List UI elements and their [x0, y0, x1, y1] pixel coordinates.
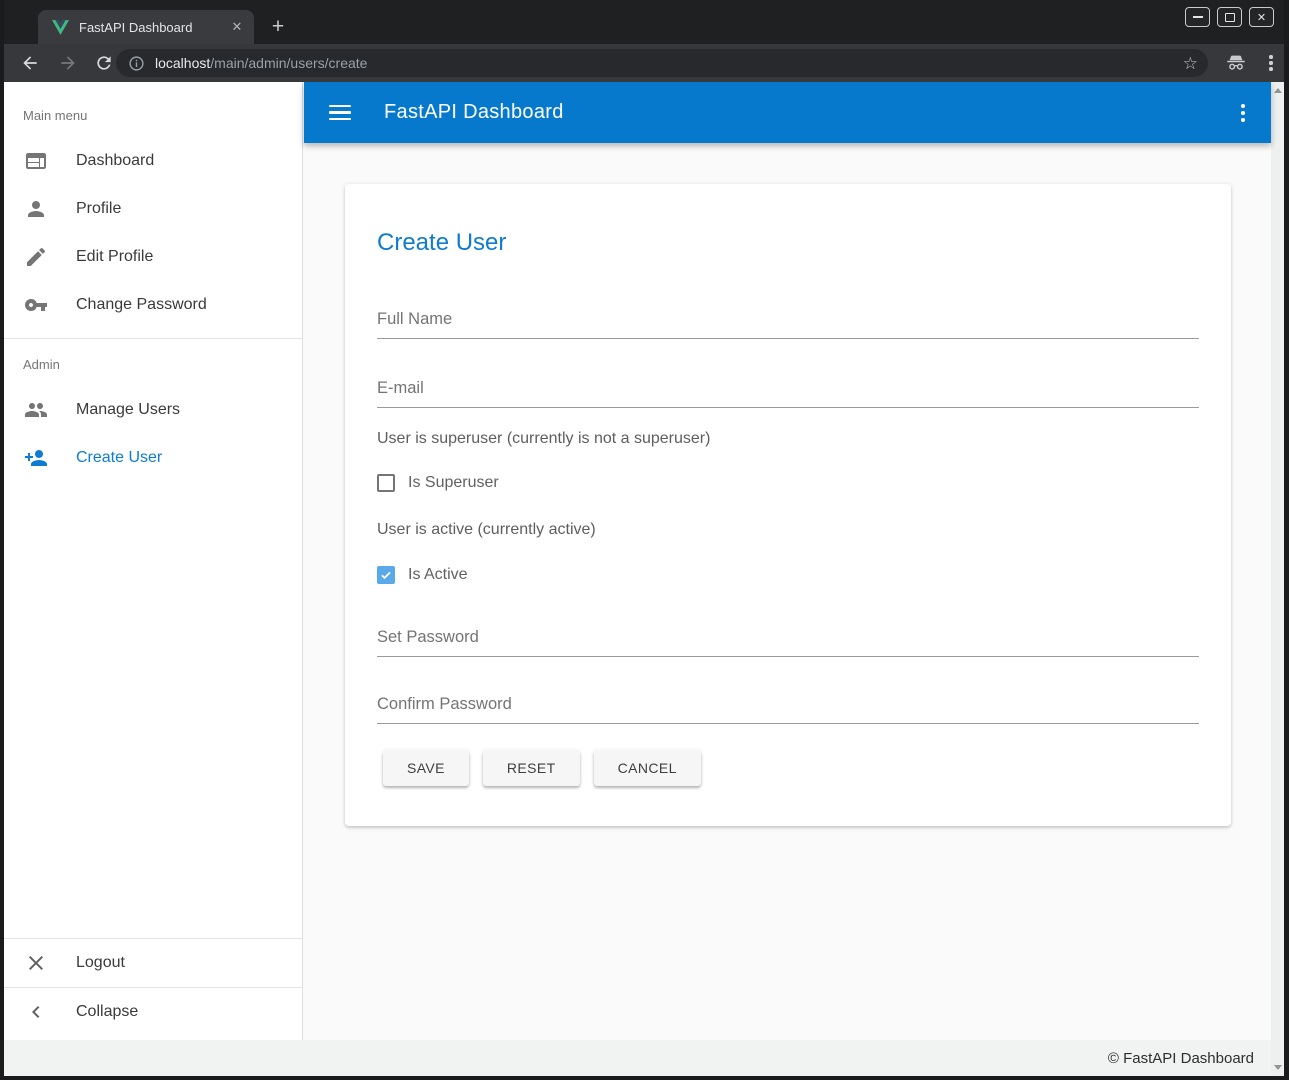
browser-titlebar: FastAPI Dashboard ✕ + ✕ [4, 0, 1284, 44]
full-name-field[interactable] [377, 310, 1199, 339]
footer: © FastAPI Dashboard [4, 1040, 1271, 1076]
app-title: FastAPI Dashboard [384, 101, 564, 124]
sidebar-item-create-user[interactable]: Create User [4, 434, 302, 482]
sidebar-item-change-password[interactable]: Change Password [4, 281, 302, 329]
page-title: Create User [377, 228, 1199, 258]
is-superuser-label: Is Superuser [408, 474, 499, 492]
is-active-label: Is Active [408, 566, 468, 584]
sidebar-item-label: Manage Users [76, 401, 180, 419]
people-icon [24, 398, 48, 422]
sidebar-section-main: Main menu [4, 82, 302, 137]
url-host: localhost [155, 55, 210, 71]
form-actions: SAVE RESET CANCEL [383, 750, 1199, 786]
sidebar-item-logout[interactable]: Logout [4, 939, 302, 987]
vue-logo-icon [52, 20, 69, 35]
sidebar-item-label: Change Password [76, 296, 207, 314]
hamburger-menu-icon[interactable] [329, 105, 351, 121]
sidebar-item-label: Collapse [76, 1003, 138, 1021]
create-user-card: Create User User is superuser (currently… [345, 184, 1231, 826]
window-controls: ✕ [1185, 7, 1274, 27]
main-area: FastAPI Dashboard Create User User is su… [304, 82, 1271, 1040]
page-scrollbar[interactable] [1271, 82, 1284, 1076]
sidebar-item-dashboard[interactable]: Dashboard [4, 137, 302, 185]
app-header: FastAPI Dashboard [304, 82, 1271, 143]
browser-tab[interactable]: FastAPI Dashboard ✕ [38, 10, 254, 44]
check-icon [379, 568, 393, 582]
chevron-left-icon [24, 1000, 48, 1024]
is-superuser-checkbox[interactable] [377, 474, 395, 492]
forward-button[interactable] [58, 53, 78, 73]
set-password-field[interactable] [377, 628, 1199, 657]
new-tab-button[interactable]: + [264, 13, 292, 41]
browser-toolbar: localhost/main/admin/users/create ☆ [4, 44, 1284, 82]
page-info-icon[interactable] [128, 55, 145, 72]
window-maximize-button[interactable] [1217, 7, 1242, 27]
sidebar-bottom: Logout Collapse [4, 938, 302, 1040]
browser-menu-button[interactable] [1262, 54, 1280, 72]
confirm-password-field[interactable] [377, 695, 1199, 724]
sidebar-item-edit-profile[interactable]: Edit Profile [4, 233, 302, 281]
reset-button[interactable]: RESET [483, 750, 580, 786]
scrollbar-down-arrow-icon[interactable] [1274, 1065, 1282, 1070]
footer-copyright: © FastAPI Dashboard [1108, 1050, 1254, 1067]
incognito-icon [1225, 52, 1247, 74]
is-active-checkbox[interactable] [377, 566, 395, 584]
person-add-icon [24, 446, 48, 470]
superuser-hint: User is superuser (currently is not a su… [377, 430, 1199, 448]
sidebar-item-label: Edit Profile [76, 248, 153, 266]
header-more-menu-button[interactable] [1241, 104, 1245, 122]
bookmark-star-icon[interactable]: ☆ [1183, 55, 1198, 72]
active-hint: User is active (currently active) [377, 521, 1199, 539]
window-minimize-button[interactable] [1185, 7, 1210, 27]
url-path: /main/admin/users/create [210, 55, 367, 71]
sidebar-item-label: Dashboard [76, 152, 154, 170]
pencil-icon [24, 245, 48, 269]
window-close-button[interactable]: ✕ [1249, 7, 1274, 27]
tab-title: FastAPI Dashboard [79, 20, 228, 35]
sidebar-item-label: Logout [76, 954, 125, 972]
sidebar-item-label: Create User [76, 449, 162, 467]
cancel-button[interactable]: CANCEL [594, 750, 701, 786]
minimize-icon [1193, 16, 1203, 18]
sidebar-item-manage-users[interactable]: Manage Users [4, 386, 302, 434]
address-bar[interactable]: localhost/main/admin/users/create ☆ [116, 49, 1208, 77]
key-icon [24, 293, 48, 317]
is-superuser-checkbox-row[interactable]: Is Superuser [377, 472, 1199, 494]
person-icon [24, 197, 48, 221]
close-icon [24, 951, 48, 975]
sidebar-item-label: Profile [76, 200, 121, 218]
save-button[interactable]: SAVE [383, 750, 469, 786]
tab-close-icon[interactable]: ✕ [228, 18, 246, 36]
page-viewport: Main menu Dashboard Profile Edit Profile… [4, 82, 1284, 1076]
sidebar-item-collapse[interactable]: Collapse [4, 988, 302, 1036]
sidebar: Main menu Dashboard Profile Edit Profile… [4, 82, 303, 1040]
sidebar-item-profile[interactable]: Profile [4, 185, 302, 233]
email-field[interactable] [377, 379, 1199, 408]
scrollbar-up-arrow-icon[interactable] [1274, 88, 1282, 93]
dashboard-icon [24, 149, 48, 173]
is-active-checkbox-row[interactable]: Is Active [377, 564, 1199, 586]
back-button[interactable] [20, 53, 40, 73]
reload-button[interactable] [94, 53, 114, 73]
sidebar-section-admin: Admin [4, 339, 302, 386]
maximize-icon [1225, 13, 1235, 22]
